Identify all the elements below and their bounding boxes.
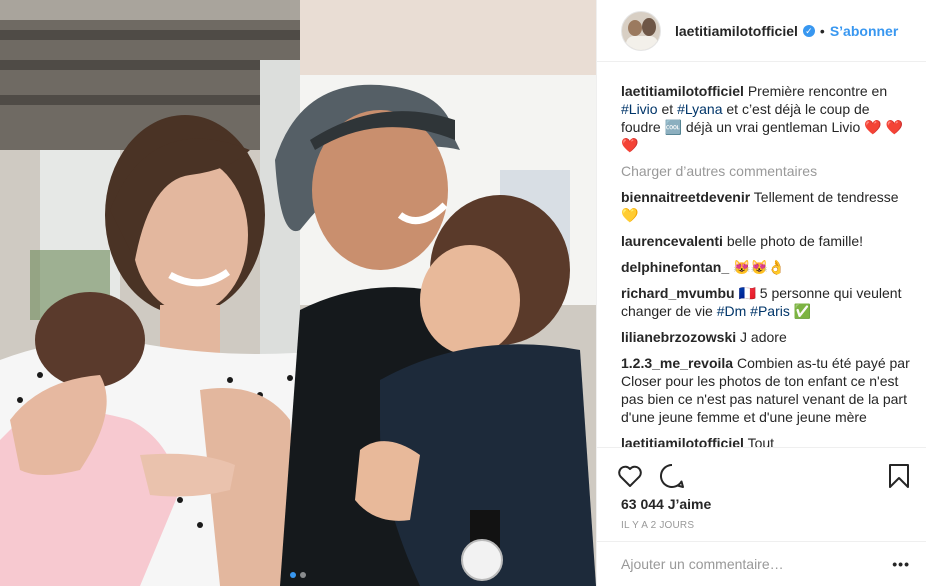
comment-username[interactable]: laurencevalenti [621, 233, 723, 249]
comment-item: 1.2.3_me_revoila Combien as-tu été payé … [621, 354, 910, 426]
caption-text-2: et [657, 101, 678, 117]
follow-button[interactable]: S’abonner [830, 23, 898, 39]
carousel-dots [290, 572, 306, 578]
comment-suffix: ✅ [789, 303, 812, 319]
comment-username[interactable]: laetitiamilotofficiel [621, 435, 744, 447]
caption-hashtag-livio[interactable]: #Livio [621, 101, 658, 117]
carousel-dot-2[interactable] [300, 572, 306, 578]
carousel-dot-1[interactable] [290, 572, 296, 578]
comment-text: J adore [740, 329, 787, 345]
comment-item: laurencevalenti belle photo de famille! [621, 232, 910, 250]
likes-count[interactable]: 63 044 J’aime [617, 496, 910, 512]
verified-badge-icon: ✓ [802, 24, 815, 37]
comment-username[interactable]: 1.2.3_me_revoila [621, 355, 733, 371]
post-photo[interactable] [0, 0, 596, 586]
comment-item: richard_mvumbu 🇫🇷 5 personne qui veulent… [621, 284, 910, 320]
more-options-button[interactable]: ••• [892, 556, 910, 572]
caption: laetitiamilotofficiel Première rencontre… [621, 82, 910, 154]
comment-input[interactable] [621, 556, 893, 572]
header-separator: • [819, 22, 825, 39]
comment-text: 😻😻👌 [733, 259, 786, 275]
add-comment-bar: ••• [597, 541, 926, 586]
comment-item: lilianebrzozowski J adore [621, 328, 910, 346]
post-actions: 63 044 J’aime IL Y A 2 JOURS [597, 447, 926, 531]
comment-text: belle photo de famille! [726, 233, 864, 249]
comment-username[interactable]: delphinefontan_ [621, 259, 729, 275]
comment-username[interactable]: biennaitreetdevenir [621, 189, 750, 205]
load-more-comments[interactable]: Charger d’autres commentaires [621, 162, 910, 180]
instagram-post: laetitiamilotofficiel ✓ • S’abonner laet… [0, 0, 926, 586]
comment-hashtags[interactable]: #Dm #Paris [717, 303, 790, 319]
comment-icon[interactable] [659, 463, 685, 489]
avatar[interactable] [621, 10, 661, 51]
comment-item: delphinefontan_ 😻😻👌 [621, 258, 910, 276]
bookmark-icon[interactable] [888, 463, 910, 489]
comment-item: biennaitreetdevenir Tellement de tendres… [621, 188, 910, 224]
post-timestamp[interactable]: IL Y A 2 JOURS [617, 520, 910, 531]
post-sidebar: laetitiamilotofficiel ✓ • S’abonner laet… [596, 0, 926, 586]
comment-text: Tout [747, 435, 775, 447]
comment-username[interactable]: lilianebrzozowski [621, 329, 736, 345]
family-photo-illustration [0, 0, 596, 586]
post-header: laetitiamilotofficiel ✓ • S’abonner [597, 0, 926, 62]
caption-hashtag-lyana[interactable]: #Lyana [677, 101, 722, 117]
comments-list[interactable]: laetitiamilotofficiel Première rencontre… [597, 62, 926, 447]
header-username[interactable]: laetitiamilotofficiel [675, 23, 798, 39]
comment-username[interactable]: richard_mvumbu [621, 285, 735, 301]
caption-text-1: Première rencontre en [747, 83, 888, 99]
comment-item: laetitiamilotofficiel Tout [621, 434, 910, 447]
heart-icon[interactable] [617, 464, 643, 488]
caption-username[interactable]: laetitiamilotofficiel [621, 83, 744, 99]
